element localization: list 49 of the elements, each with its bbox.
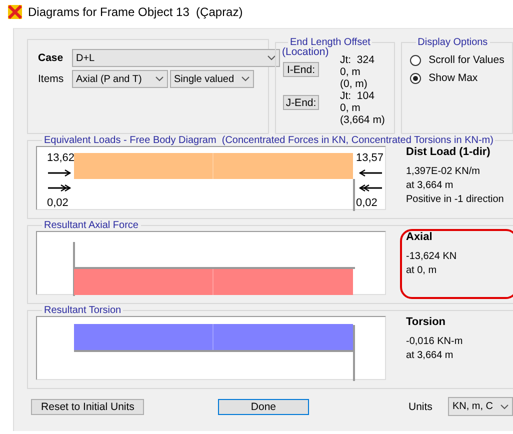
done-button[interactable]: Done	[218, 398, 308, 414]
items-label: Items	[38, 73, 65, 85]
window-title: Diagrams for Frame Object 13 (Çapraz)	[28, 5, 243, 19]
group-title: Equivalent Loads - Free Body Diagram (Concentrated Forces in KN, Concentrated Torsions in KN-m)	[43, 135, 494, 146]
units-label: Units	[408, 400, 432, 412]
force-value: 13,57	[356, 152, 384, 164]
result-text: Positive in -1 direction	[406, 194, 505, 205]
location-value: (0, m)	[340, 78, 368, 90]
end-button[interactable]: J-End:	[283, 95, 319, 110]
items-dropdown[interactable]: Axial (P and T)	[72, 70, 168, 88]
caret-icon	[500, 404, 509, 410]
location-value: (3,664 m)	[340, 114, 385, 126]
group-subtitle: (Location)	[282, 46, 329, 58]
offset-value: 0, m	[340, 66, 362, 78]
result-text: at 3,664 m	[406, 350, 454, 361]
result-heading: Axial	[406, 231, 434, 243]
result-heading: Torsion	[406, 316, 447, 328]
joint-label: Jt: 104	[340, 90, 376, 102]
offset-value: 0, m	[340, 102, 362, 114]
group-title: End Length Offset	[290, 37, 372, 48]
end-button[interactable]: I-End:	[283, 62, 319, 77]
radio-option[interactable]: Scroll for Values	[410, 54, 504, 66]
result-text: at 0, m	[406, 265, 438, 276]
force-value: 0,02	[47, 197, 68, 209]
arrow-icon	[48, 184, 72, 192]
caret-icon	[267, 55, 276, 61]
case-dropdown[interactable]: D+L	[72, 49, 280, 67]
group-title: Display Options	[416, 37, 489, 48]
case-label: Case	[38, 52, 64, 64]
result-text: -13,624 KN	[406, 251, 458, 262]
joint-label: Jt: 324	[340, 54, 376, 66]
result-text: -0,016 KN-m	[406, 336, 464, 347]
reset-button[interactable]: Reset to Initial Units	[31, 398, 144, 414]
arrow-icon	[48, 169, 72, 177]
caret-icon	[241, 76, 250, 82]
arrow-icon	[358, 184, 382, 192]
value-type-dropdown[interactable]: Single valued	[170, 70, 254, 88]
units-dropdown[interactable]: KN, m, C	[448, 397, 513, 416]
arrow-icon	[358, 169, 382, 177]
group-title: Resultant Torsion	[43, 305, 122, 316]
group-title: Resultant Axial Force	[43, 220, 140, 231]
force-value: 13,62	[47, 152, 75, 164]
result-heading: Dist Load (1-dir)	[406, 146, 492, 158]
force-value: 0,02	[356, 197, 378, 209]
app-icon	[8, 5, 22, 19]
result-text: 1,397E-02 KN/m	[406, 166, 481, 177]
result-text: at 3,664 m	[406, 180, 454, 191]
caret-icon	[155, 76, 164, 82]
radio-option[interactable]: Show Max	[410, 72, 478, 84]
